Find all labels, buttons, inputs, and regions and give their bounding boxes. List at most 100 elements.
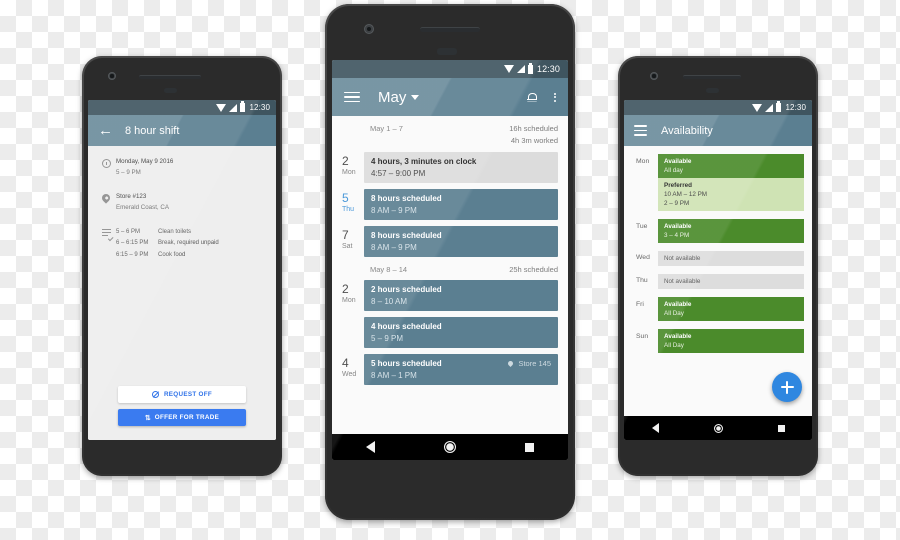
shift-card[interactable]: 2 hours scheduled 8 – 10 AM xyxy=(364,280,558,312)
hamburger-menu-icon[interactable] xyxy=(634,122,647,139)
app-bar: ← 8 hour shift xyxy=(88,115,276,146)
shift-card[interactable]: 4 hours scheduled 5 – 9 PM xyxy=(364,317,558,349)
availability-chip[interactable]: Preferred 10 AM – 12 PM 2 – 9 PM xyxy=(658,178,804,211)
card-title: 8 hours scheduled xyxy=(371,231,442,241)
availability-chip[interactable]: Available 3 – 4 PM xyxy=(658,219,804,243)
day-weekday: Thu xyxy=(342,206,355,214)
wifi-icon xyxy=(503,65,514,73)
request-off-label: REQUEST OFF xyxy=(163,391,213,398)
earpiece-speaker xyxy=(420,27,480,32)
signal-icon xyxy=(765,103,774,112)
day-number: 2 xyxy=(342,282,349,297)
chip-line: All Day xyxy=(664,342,684,349)
availability-list[interactable]: Mon Available All day Preferred 10 AM – … xyxy=(624,146,812,416)
screen-schedule: 12:30 May May 1 – 7 16h scheduled 4h 3m … xyxy=(332,60,568,460)
store-name: Store #123 xyxy=(116,192,147,200)
shift-card[interactable]: 8 hours scheduled 8 AM – 9 PM xyxy=(364,189,558,221)
plus-icon xyxy=(780,380,794,394)
nav-recents-icon[interactable] xyxy=(524,442,534,452)
day-weekday: Sat xyxy=(342,243,353,251)
day-label: Tue xyxy=(636,223,648,230)
notifications-bell-icon[interactable] xyxy=(526,92,537,102)
task-list: 5 – 6 PM Clean toilets 6 – 6:15 PM Break… xyxy=(116,227,219,260)
shift-card[interactable]: 4 hours, 3 minutes on clock 4:57 – 9:00 … xyxy=(364,152,558,184)
availability-chip[interactable]: Not available xyxy=(658,251,804,266)
availability-chip[interactable]: Available All Day xyxy=(658,329,804,353)
day-cards: 8 hours scheduled 8 AM – 9 PM xyxy=(364,189,558,221)
page-title: Availability xyxy=(661,124,713,137)
shift-time: 5 – 9 PM xyxy=(116,168,141,176)
add-availability-fab[interactable] xyxy=(772,372,802,402)
week-header: May 1 – 7 16h scheduled 4h 3m worked xyxy=(336,116,558,152)
day-cards: 4 hours, 3 minutes on clock 4:57 – 9:00 … xyxy=(364,152,558,184)
shift-card[interactable]: 5 hours scheduled Store 145 8 AM – 1 PM xyxy=(364,354,558,386)
shift-date: Monday, May 9 2016 xyxy=(116,158,174,165)
status-icons: 12:30 xyxy=(752,101,806,112)
detail-text: Store #123 Emerald Coast, CA xyxy=(116,192,169,214)
front-camera-icon xyxy=(364,24,374,34)
status-bar: 12:30 xyxy=(624,100,812,115)
nav-home-icon[interactable] xyxy=(443,441,456,453)
day-number: 5 xyxy=(342,191,349,206)
store-address: Emerald Coast, CA xyxy=(116,203,169,211)
proximity-sensor xyxy=(437,48,457,55)
day-label: 7 Sat xyxy=(336,226,364,257)
status-icons: 12:30 xyxy=(216,101,270,112)
week-range: May 8 – 14 xyxy=(370,265,408,275)
battery-icon xyxy=(527,62,533,74)
card-title: 5 hours scheduled xyxy=(371,359,442,369)
phone-right: 12:30 Availability Mon Available All day xyxy=(618,56,818,476)
task-desc: Break, required unpaid xyxy=(158,240,219,247)
no-entry-icon xyxy=(151,391,159,398)
back-arrow-icon[interactable]: ← xyxy=(98,123,113,138)
schedule-list[interactable]: May 1 – 7 16h scheduled 4h 3m worked 2 M… xyxy=(332,116,568,434)
nav-back-icon[interactable] xyxy=(366,441,376,453)
availability-day-row: Wed Not available xyxy=(630,251,804,266)
store-name: Store 145 xyxy=(518,359,551,369)
request-off-button[interactable]: REQUEST OFF xyxy=(118,386,246,403)
more-vertical-icon[interactable] xyxy=(554,92,556,102)
offer-for-trade-button[interactable]: ⇅ OFFER FOR TRADE xyxy=(118,409,246,426)
proximity-sensor xyxy=(706,88,719,93)
card-time: 8 AM – 9 PM xyxy=(371,243,417,253)
battery-icon xyxy=(240,101,246,112)
screen-shift-detail: 12:30 ← 8 hour shift Monday, May 9 2016 … xyxy=(88,100,276,440)
store-tag: Store 145 xyxy=(507,359,551,369)
nav-recents-icon[interactable] xyxy=(777,424,785,432)
detail-text: Monday, May 9 2016 5 – 9 PM xyxy=(116,157,173,179)
detail-row-location: Store #123 Emerald Coast, CA xyxy=(96,192,266,214)
phone-center-glass: 12:30 May May 1 – 7 16h scheduled 4h 3m … xyxy=(332,60,568,460)
task-time: 6:15 – 9 PM xyxy=(116,251,149,258)
day-label: 2 Mon xyxy=(336,152,364,183)
status-icons: 12:30 xyxy=(503,62,560,74)
shift-card[interactable]: 8 hours scheduled 8 AM – 9 PM xyxy=(364,226,558,258)
status-time: 12:30 xyxy=(536,64,560,74)
day-chips: Available All Day xyxy=(658,329,804,353)
hamburger-menu-icon[interactable] xyxy=(344,89,360,106)
card-time: 8 – 10 AM xyxy=(371,297,408,307)
chip-line: 10 AM – 12 PM xyxy=(664,191,708,198)
day-label: 2 Mon xyxy=(336,280,364,348)
card-top-row: 5 hours scheduled Store 145 xyxy=(371,359,551,368)
task-row: 5 – 6 PM Clean toilets xyxy=(116,227,219,238)
day-chips: Available All day Preferred 10 AM – 12 P… xyxy=(658,154,804,211)
availability-chip[interactable]: Not available xyxy=(658,274,804,289)
task-time: 5 – 6 PM xyxy=(116,229,141,236)
battery-icon xyxy=(776,101,782,112)
day-label: Wed xyxy=(636,254,650,261)
detail-row-datetime: Monday, May 9 2016 5 – 9 PM xyxy=(96,157,266,179)
action-buttons: REQUEST OFF ⇅ OFFER FOR TRADE xyxy=(118,386,246,426)
availability-chip[interactable]: Available All day xyxy=(658,154,804,178)
month-title[interactable]: May xyxy=(378,89,406,106)
card-title: 2 hours scheduled xyxy=(371,285,442,295)
chevron-down-icon[interactable] xyxy=(411,94,420,100)
day-number: 2 xyxy=(342,154,349,169)
nav-home-icon[interactable] xyxy=(713,423,723,433)
location-pin-icon xyxy=(507,360,515,368)
front-camera-icon xyxy=(108,72,116,80)
nav-back-icon[interactable] xyxy=(651,423,659,433)
availability-chip[interactable]: Available All Day xyxy=(658,297,804,321)
phone-center: 12:30 May May 1 – 7 16h scheduled 4h 3m … xyxy=(325,4,575,520)
week-scheduled: 25h scheduled xyxy=(509,265,558,275)
chip-title: Not available xyxy=(664,278,701,285)
